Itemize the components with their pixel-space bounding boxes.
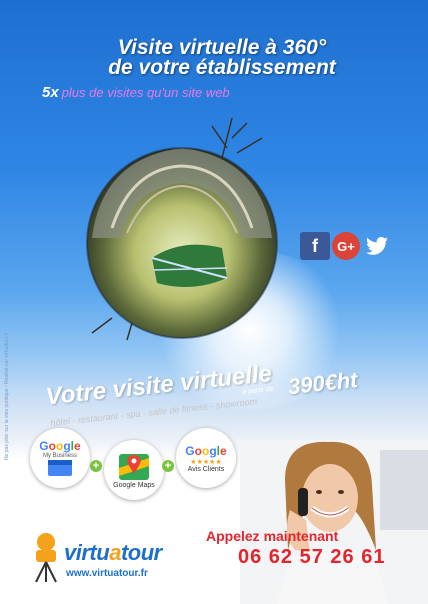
maps-icon [119,453,149,480]
contact-block: Appelez maintenant 06 62 57 26 61 [200,528,428,604]
google-maps-badge: Google Maps [104,440,164,500]
google-wordmark: Google [39,439,81,453]
hero-title-line2: de votre établissement [108,56,336,79]
store-icon [48,460,72,476]
call-now-label: Appelez maintenant [206,528,339,544]
google-my-business-badge: Google My Business [30,428,90,488]
google-logos: Google My Business + Google Maps + Googl… [30,428,240,508]
google-maps-label: Google Maps [113,481,155,489]
social-icons: f G+ [300,232,392,260]
multiplier-text: 5x [42,84,59,101]
twitter-icon[interactable] [362,232,392,260]
plus-icon: + [162,460,174,472]
google-wordmark: Google [185,443,227,458]
hero-subtitle: 5x plus de visites qu'un site web [42,84,230,101]
plus-icon: + [90,460,102,472]
phone-number[interactable]: 06 62 57 26 61 [238,546,385,569]
flyer-page: Visite virtuelle à 360° de votre établis… [0,0,428,604]
avis-clients-label: Avis Clients [187,465,225,473]
brand-name-accent: a [109,540,121,565]
little-planet-image [86,118,278,341]
facebook-icon[interactable]: f [300,232,330,260]
brand-name-part1: virtu [64,540,110,565]
brand-url[interactable]: www.virtuatour.fr [66,568,148,579]
subtitle-text: plus de visites qu'un site web [61,85,230,100]
camera-tripod-icon [35,533,57,583]
brand-name-part2: tour [120,540,162,565]
stars-rating: ★★★★★ [190,458,222,466]
twitter-bird-icon [366,237,388,255]
google-plus-icon[interactable]: G+ [332,232,360,260]
google-avis-badge: Google ★★★★★ Avis Clients [176,428,236,488]
brand-name: virtuatour [64,540,162,566]
